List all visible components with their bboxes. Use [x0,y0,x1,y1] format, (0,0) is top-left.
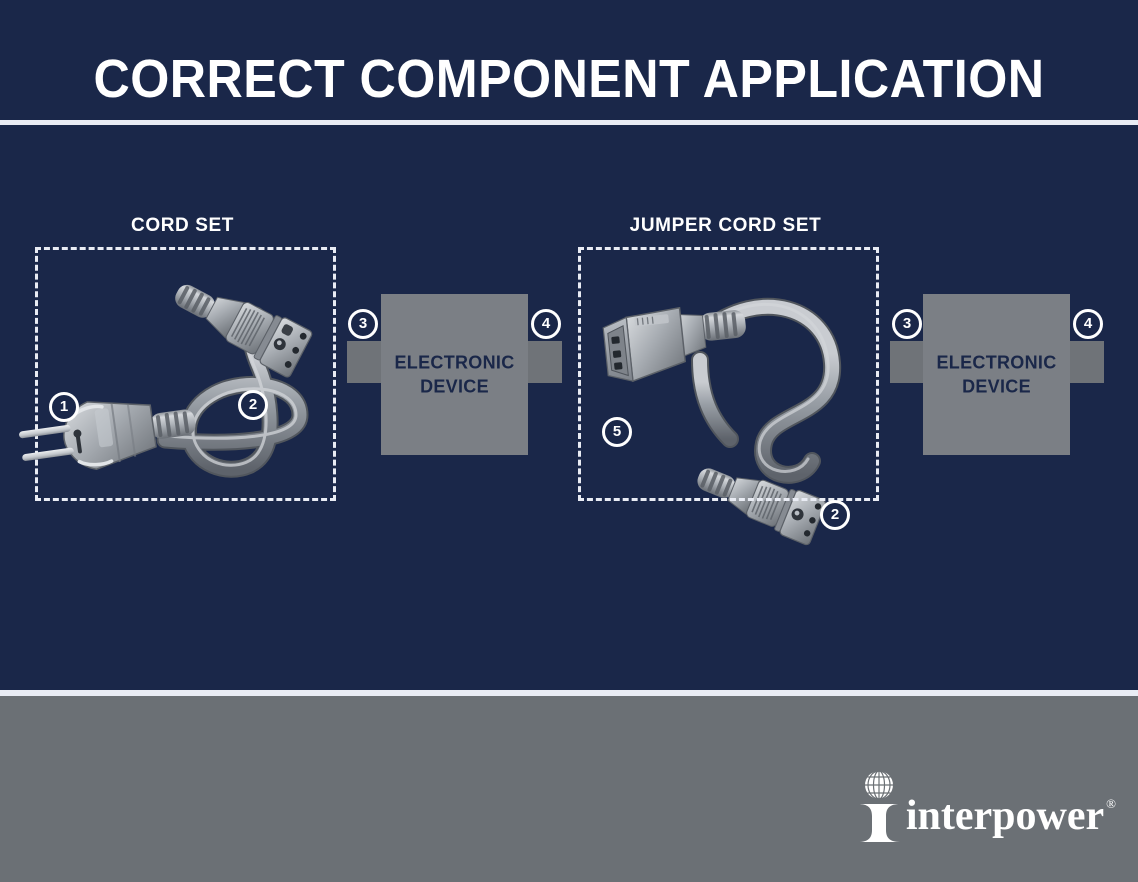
callout-badge-inlet-left: 3 [348,309,378,339]
logo-wordmark: interpower [905,793,1105,839]
electronic-device-left: ELECTRONIC DEVICE [381,294,528,455]
callout-badge-plug-connector: 5 [602,417,632,447]
device-label-right: ELECTRONIC DEVICE [923,350,1070,399]
appliance-inlet-tab-left [347,341,383,383]
globe-pedestal-icon [850,768,908,846]
device-label-line1: ELECTRONIC [394,352,515,373]
device-label-line1: ELECTRONIC [936,352,1057,373]
callout-badge-outlet-right: 4 [1073,309,1103,339]
callout-badge-jumper-connector: 2 [820,500,850,530]
appliance-inlet-tab-right [890,341,926,383]
appliance-outlet-tab-left [526,341,562,383]
interpower-logo: interpower ® [850,768,1116,846]
diagram-stage: CORD SET 1 2 ELECTRONIC DEVICE 3 4 JUMPE… [0,125,1138,736]
callout-badge-connector: 2 [238,390,268,420]
callout-badge-outlet-left: 4 [531,309,561,339]
appliance-outlet-tab-right [1068,341,1104,383]
page-title: CORRECT COMPONENT APPLICATION [93,49,1045,109]
cord-set-boundary [35,247,336,501]
electronic-device-right: ELECTRONIC DEVICE [923,294,1070,455]
device-label-line2: DEVICE [420,376,489,397]
callout-badge-plug: 1 [49,392,79,422]
group-label-jumper-cord-set: JUMPER CORD SET [629,215,822,236]
callout-badge-inlet-right: 3 [892,309,922,339]
device-label-line2: DEVICE [962,376,1031,397]
device-label-left: ELECTRONIC DEVICE [381,350,528,399]
header-bar: CORRECT COMPONENT APPLICATION [0,0,1138,125]
group-label-cord-set: CORD SET [131,215,234,236]
footer-bar: interpower ® [0,696,1138,882]
jumper-cord-set-boundary [578,247,879,501]
logo-registered-mark: ® [1106,796,1116,811]
